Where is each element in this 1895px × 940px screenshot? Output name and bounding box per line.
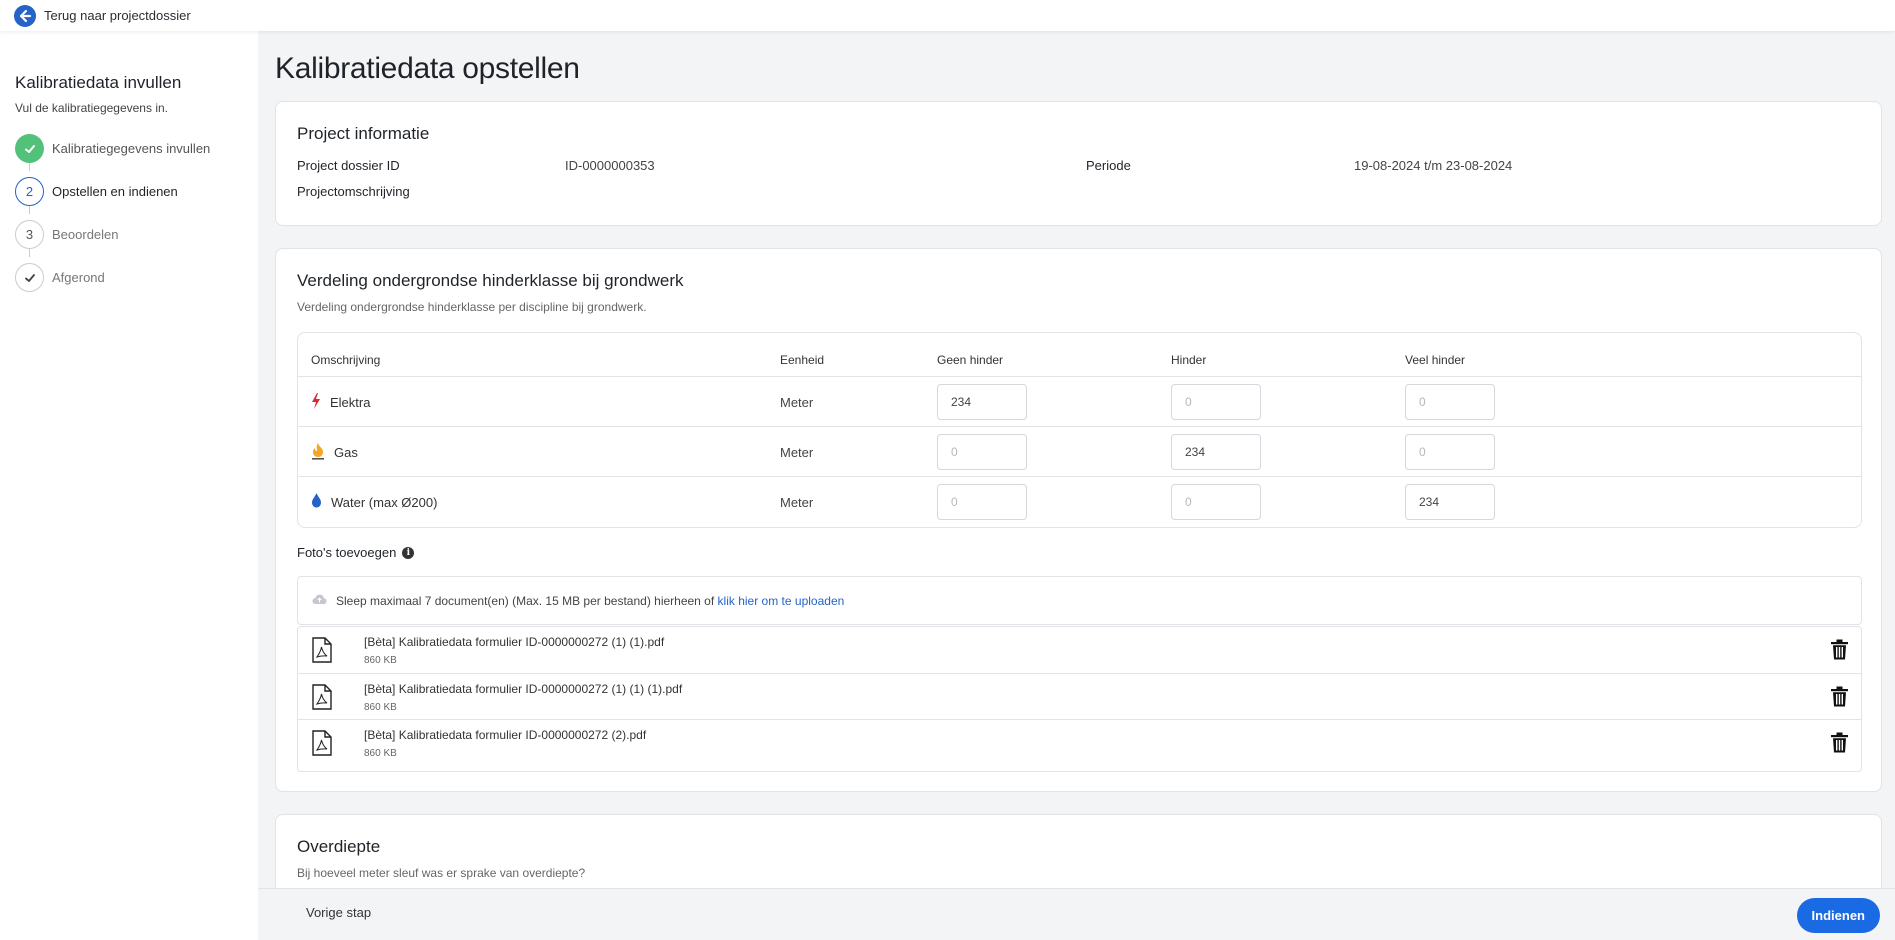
stepper: Kalibratiegegevens invullen 2 Opstellen … [15,127,258,299]
hinder-table: Omschrijving Eenheid Geen hinder Hinder … [297,332,1862,528]
column-header-veel-hinder: Veel hinder [1405,353,1466,367]
file-name[interactable]: [Bèta] Kalibratiedata formulier ID-00000… [364,682,682,696]
project-info-card: Project informatie Project dossier ID ID… [275,101,1882,226]
file-size: 860 KB [364,655,397,666]
trash-icon[interactable] [1830,639,1849,665]
column-header-geen-hinder: Geen hinder [937,353,1004,367]
file-item: [Bèta] Kalibratiedata formulier ID-00000… [298,719,1861,765]
back-to-dossier-link[interactable]: Terug naar projectdossier [14,4,191,27]
water-drop-icon [311,493,322,511]
row-unit: Meter [780,394,814,410]
previous-step-button[interactable]: Vorige stap [306,905,371,920]
row-name: Elektra [330,394,371,410]
card-title: Project informatie [297,124,430,143]
elektra-geen-hinder-input[interactable] [937,384,1027,420]
pdf-file-icon [311,684,333,715]
check-icon [15,134,44,163]
photos-label-text: Foto's toevoegen [297,545,397,560]
row-name: Gas [334,444,358,460]
info-icon[interactable]: i [402,546,415,559]
table-row-water: Water (max Ø200) Meter [298,476,1861,526]
info-row: Projectomschrijving [297,179,1860,205]
sidebar-subtitle: Vul de kalibratiegegevens in. [15,101,168,115]
project-info-grid: Project dossier ID ID-0000000353 Periode… [297,153,1860,205]
file-size: 860 KB [364,748,397,759]
file-size: 860 KB [364,702,397,713]
sidebar-title: Kalibratiedata invullen [15,73,182,92]
step-label: Afgerond [52,270,105,285]
lightning-icon [311,392,321,412]
card-title: Verdeling ondergrondse hinderklasse bij … [297,271,684,290]
water-geen-hinder-input[interactable] [937,484,1027,520]
step-label: Kalibratiegegevens invullen [52,141,211,156]
period-label: Periode [1086,158,1131,173]
water-veel-hinder-input[interactable] [1405,484,1495,520]
column-header-eenheid: Eenheid [780,353,825,367]
row-name: Water (max Ø200) [331,494,438,510]
file-name[interactable]: [Bèta] Kalibratiedata formulier ID-00000… [364,728,646,742]
row-description: Elektra [311,377,370,427]
row-description: Gas [311,427,358,477]
row-description: Water (max Ø200) [311,477,437,527]
table-row-gas: Gas Meter [298,426,1861,476]
uploaded-files-list: [Bèta] Kalibratiedata formulier ID-00000… [297,626,1862,772]
check-icon [15,263,44,292]
pdf-file-icon [311,637,333,668]
dossier-id-label: Project dossier ID [297,158,400,173]
water-hinder-input[interactable] [1171,484,1261,520]
upload-dropzone[interactable]: Sleep maximaal 7 document(en) (Max. 15 M… [297,576,1862,625]
row-unit: Meter [780,494,814,510]
footer-bar: Vorige stap Indienen [258,888,1895,940]
file-item: [Bèta] Kalibratiedata formulier ID-00000… [298,627,1861,673]
flame-icon [311,442,325,463]
step-opstellen[interactable]: 2 Opstellen en indienen [15,170,258,213]
upload-link[interactable]: klik hier om te uploaden [718,594,845,608]
step-number: 3 [15,220,44,249]
sidebar: Kalibratiedata invullen Vul de kalibrati… [0,31,258,940]
cloud-upload-icon [312,594,327,608]
arrow-left-icon [14,4,36,27]
card-title: Overdiepte [297,837,381,856]
file-item: [Bèta] Kalibratiedata formulier ID-00000… [298,673,1861,719]
top-bar: Terug naar projectdossier [0,0,1895,31]
step-kalibratiegegevens[interactable]: Kalibratiegegevens invullen [15,127,258,170]
submit-button[interactable]: Indienen [1796,898,1880,933]
back-link-label: Terug naar projectdossier [44,8,191,23]
file-name[interactable]: [Bèta] Kalibratiedata formulier ID-00000… [364,635,664,649]
elektra-hinder-input[interactable] [1171,384,1261,420]
dossier-id-value: ID-0000000353 [565,158,655,173]
period-value: 19-08-2024 t/m 23-08-2024 [1354,158,1513,173]
gas-hinder-input[interactable] [1171,434,1261,470]
card-subtitle: Verdeling ondergrondse hinderklasse per … [297,300,647,314]
description-label: Projectomschrijving [297,184,410,199]
trash-icon[interactable] [1830,686,1849,712]
photos-label: Foto's toevoegen i [297,545,415,560]
gas-geen-hinder-input[interactable] [937,434,1027,470]
table-row-elektra: Elektra Meter [298,376,1861,426]
step-afgerond[interactable]: Afgerond [15,256,258,299]
main-content: Kalibratiedata opstellen Project informa… [258,31,1895,940]
step-beoordelen[interactable]: 3 Beoordelen [15,213,258,256]
row-unit: Meter [780,444,814,460]
column-header-omschrijving: Omschrijving [311,353,381,367]
dropzone-text: Sleep maximaal 7 document(en) (Max. 15 M… [336,594,844,608]
info-row: Project dossier ID ID-0000000353 Periode… [297,153,1860,179]
step-number: 2 [15,177,44,206]
trash-icon[interactable] [1830,732,1849,758]
verdeling-card: Verdeling ondergrondse hinderklasse bij … [275,248,1882,792]
card-subtitle: Bij hoeveel meter sleuf was er sprake va… [297,866,586,880]
step-label: Opstellen en indienen [52,184,178,199]
gas-veel-hinder-input[interactable] [1405,434,1495,470]
step-label: Beoordelen [52,227,119,242]
elektra-veel-hinder-input[interactable] [1405,384,1495,420]
pdf-file-icon [311,730,333,761]
page-title: Kalibratiedata opstellen [275,52,580,85]
dropzone-instructions: Sleep maximaal 7 document(en) (Max. 15 M… [336,593,715,608]
column-header-hinder: Hinder [1171,353,1207,367]
